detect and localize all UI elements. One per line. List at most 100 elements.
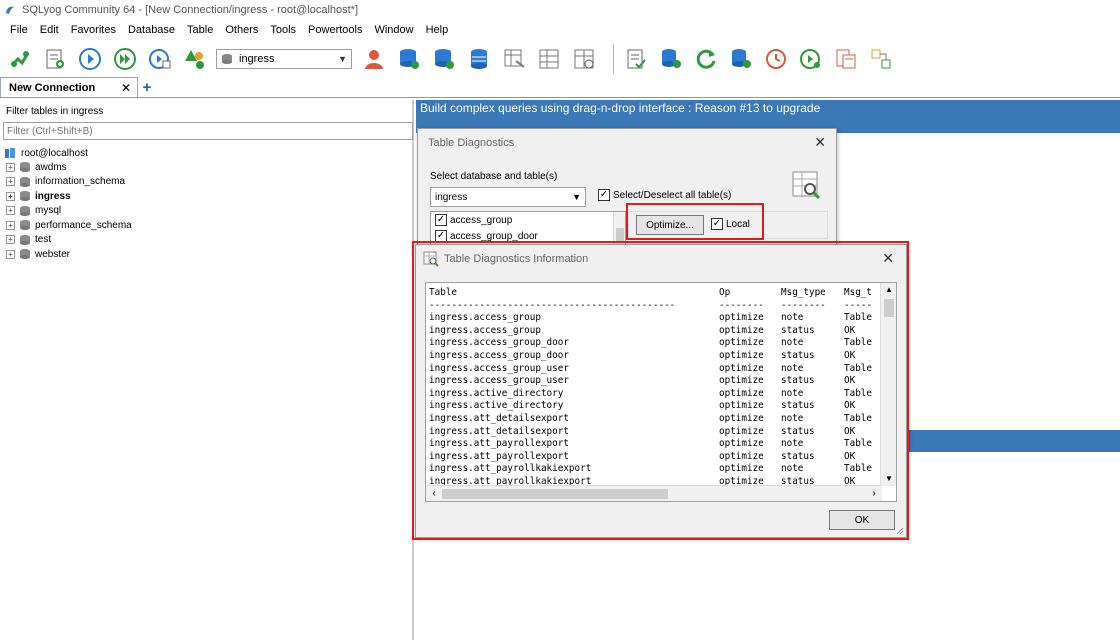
tree-item-label: webster [35,248,71,260]
menu-favorites[interactable]: Favorites [65,20,122,40]
user-manager-icon[interactable] [360,45,388,73]
expand-icon[interactable]: + [6,162,15,172]
schema-sync-icon[interactable] [181,45,209,73]
tree-root[interactable]: root@localhost [4,146,404,160]
checkbox-checked-icon: ✓ [598,189,610,201]
menu-powertools[interactable]: Powertools [302,20,368,40]
sql-scheduler-icon[interactable] [797,45,825,73]
title-bar: SQLyog Community 64 - [New Connection/in… [0,0,1120,20]
table-rows: ✓ access_group ✓ access_group_door [431,212,625,244]
filter-input[interactable] [3,122,413,140]
scheduler-clock-icon[interactable] [762,45,790,73]
tab-label: New Connection [9,81,96,94]
expand-icon[interactable]: + [6,177,15,187]
table-diagnostics-icon[interactable] [570,45,598,73]
sqlyog-logo-icon [6,6,14,14]
tree-item-information_schema[interactable]: + information_schema [4,175,404,190]
menu-edit[interactable]: Edit [34,20,65,40]
highlight-information-box [412,241,909,540]
expand-icon[interactable]: + [6,206,15,216]
database-icon [20,162,30,173]
tree-item-label: test [35,234,52,246]
expand-icon[interactable]: + [6,235,15,245]
database-icon [222,54,232,64]
tree-item-test[interactable]: + test [4,233,404,248]
tree-item-ingress[interactable]: + ingress [4,189,404,204]
new-connection-icon[interactable] [6,45,34,73]
notifications-icon[interactable] [832,45,860,73]
schema-designer-icon[interactable] [867,45,895,73]
diagnostics-database-value: ingress [435,191,468,203]
database-select-value: ingress [239,53,275,65]
execute-all-icon[interactable] [111,45,139,73]
toolbar-separator [613,44,614,74]
tree-item-label: mysql [35,205,62,217]
menu-database[interactable]: Database [122,20,181,40]
database-icon [20,234,30,245]
restore-database-icon[interactable] [465,45,493,73]
data-sync-icon[interactable] [657,45,685,73]
table-list-label: access_group_door [450,230,538,242]
database-add-icon[interactable] [727,45,755,73]
tree-item-performance_schema[interactable]: + performance_schema [4,218,404,233]
execute-edit-icon[interactable] [146,45,174,73]
expand-icon[interactable]: + [6,249,15,259]
database-icon [20,249,30,260]
new-query-icon[interactable] [41,45,69,73]
create-database-icon[interactable] [395,45,423,73]
tab-new-connection[interactable]: New Connection ✕ [0,77,138,97]
chevron-down-icon: ▼ [572,192,581,202]
highlight-optimize-box [626,203,764,240]
menu-bar: File Edit Favorites Database Table Others Tool… [0,20,1120,40]
expand-icon[interactable]: + [6,220,15,230]
close-icon[interactable]: ✕ [121,81,131,95]
tree-item-awdms[interactable]: + awdms [4,160,404,175]
tree-item-label: awdms [35,161,67,173]
database-list: + awdms + information_schema + ingress + mysql +… [4,160,404,262]
database-icon [20,205,30,216]
menu-others[interactable]: Others [219,20,264,40]
database-icon [20,191,30,202]
select-database-label: Select database and table(s) [430,171,558,182]
table-diagnostics-icon [792,171,821,200]
dialog-title: Table Diagnostics [428,137,515,149]
tree-item-mysql[interactable]: + mysql [4,204,404,219]
menu-help[interactable]: Help [420,20,455,40]
tree-item-label: information_schema [35,176,126,188]
tree-item-label: performance_schema [35,219,132,231]
close-icon[interactable]: ✕ [814,134,826,151]
window-title: SQLyog Community 64 - [New Connection/in… [22,4,359,16]
filter-label: Filter tables in ingress [6,106,104,117]
select-all-checkbox[interactable]: ✓ Select/Deselect all table(s) [598,189,731,201]
tree-item-label: ingress [35,190,71,202]
result-band [905,430,1120,452]
table-grid-icon[interactable] [535,45,563,73]
connection-tab-bar: New Connection ✕ + [0,77,1120,98]
database-tree: root@localhost + awdms + information_schema… [4,146,404,262]
upgrade-banner[interactable]: Build complex queries using drag-n-drop … [416,100,1120,117]
execute-query-icon[interactable] [76,45,104,73]
tree-item-webster[interactable]: + webster [4,247,404,262]
object-browser: Filter tables in ingress root@localhost … [0,100,414,640]
table-list-item[interactable]: ✓ access_group [431,212,625,228]
checklist-icon[interactable] [622,45,650,73]
diagnostics-database-select[interactable]: ingress ▼ [430,187,586,207]
menu-window[interactable]: Window [368,20,419,40]
chevron-down-icon: ▼ [338,54,347,64]
toolbar: ingress ▼ [0,40,1120,78]
scrollbar-thumb[interactable] [616,228,624,242]
menu-tools[interactable]: Tools [264,20,302,40]
root-label: root@localhost [21,147,88,159]
refresh-icon[interactable] [692,45,720,73]
add-tab-button[interactable]: + [138,77,156,97]
checkbox-checked-icon: ✓ [435,214,447,226]
select-all-label: Select/Deselect all table(s) [613,189,732,201]
menu-table[interactable]: Table [181,20,219,40]
table-list-label: access_group [450,214,513,226]
backup-database-icon[interactable] [430,45,458,73]
import-table-icon[interactable] [500,45,528,73]
database-icon [20,220,30,231]
menu-file[interactable]: File [4,20,34,40]
expand-icon[interactable]: + [6,191,15,201]
database-select[interactable]: ingress ▼ [216,49,352,69]
